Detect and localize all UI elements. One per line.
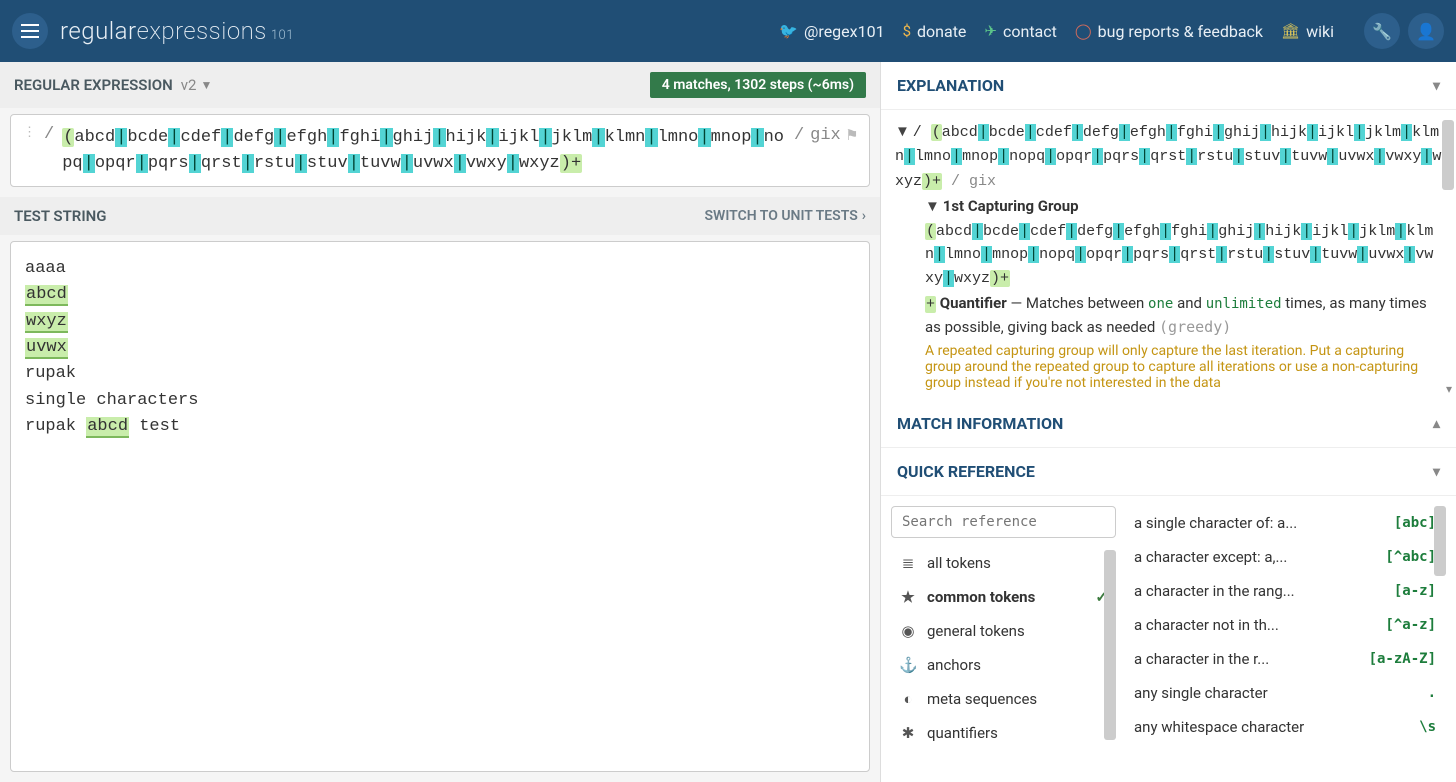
quickref-item[interactable]: a single character of: a...[abc] <box>1124 506 1446 540</box>
twitter-icon: 🐦 <box>779 22 798 40</box>
quickref-item[interactable]: a character in the r...[a-zA-Z] <box>1124 642 1446 676</box>
test-line: aaaa <box>25 256 855 282</box>
explanation-header[interactable]: EXPLANATION ▾ <box>881 62 1456 110</box>
quick-reference-body: ≣all tokens★common tokens✓◉general token… <box>881 496 1456 746</box>
chevron-down-icon[interactable]: ▾ <box>1446 382 1452 396</box>
test-string-input[interactable]: aaaaabcdwxyzuvwxrupaksingle charactersru… <box>10 241 870 772</box>
github-icon: ◯ <box>1075 22 1092 40</box>
quickref-category[interactable]: ◉general tokens <box>891 614 1116 648</box>
switch-to-unit-tests[interactable]: SWITCH TO UNIT TESTS › <box>705 208 866 224</box>
collapse-toggle[interactable]: ▼ <box>895 120 909 143</box>
quickref-category[interactable]: ◐meta sequences <box>891 682 1116 716</box>
test-line: wxyz <box>25 309 855 335</box>
chevron-up-icon[interactable]: ▴ <box>1433 416 1440 432</box>
wrench-icon: 🔧 <box>1372 22 1392 41</box>
flag-icon: ⚑ <box>847 125 857 146</box>
test-line: rupak abcd test <box>25 414 855 440</box>
capturing-group-label: 1st Capturing Group <box>943 197 1079 215</box>
test-string-header: TEST STRING SWITCH TO UNIT TESTS › <box>0 197 880 235</box>
category-icon: ★ <box>899 588 917 606</box>
chevron-down-icon[interactable]: ▼ <box>200 78 212 92</box>
quantifier-label: Quantifier <box>940 294 1007 312</box>
quantifier-token: + <box>925 296 936 313</box>
capturing-group-pattern: (abcd|bcde|cdef|defg|efgh|fghi|ghij|hijk… <box>925 220 1442 290</box>
nav-bugs[interactable]: ◯bug reports & feedback <box>1075 22 1263 41</box>
scrollbar[interactable] <box>1104 550 1116 740</box>
regex-pattern[interactable]: (abcd|bcde|cdef|defg|efgh|fghi|ghij|hijk… <box>62 125 786 176</box>
category-icon: ✱ <box>899 724 917 742</box>
category-icon: ◐ <box>899 690 917 708</box>
bank-icon: 🏛 <box>1281 22 1300 40</box>
app-logo: regularexpressions101 <box>60 17 294 45</box>
nav-contact[interactable]: ✈contact <box>984 22 1056 41</box>
collapse-toggle[interactable]: ▼ <box>925 195 939 218</box>
settings-button[interactable]: 🔧 <box>1364 13 1400 49</box>
greedy-label: (greedy) <box>1159 318 1231 336</box>
quickref-item[interactable]: any single character. <box>1124 676 1446 710</box>
match-info-header[interactable]: MATCH INFORMATION ▴ <box>881 400 1456 448</box>
nav-wiki[interactable]: 🏛wiki <box>1281 22 1334 41</box>
send-icon: ✈ <box>984 22 997 40</box>
app-header: regularexpressions101 🐦@regex101 $donate… <box>0 0 1456 62</box>
info-pane: EXPLANATION ▾ ▼ / (abcd|bcde|cdef|defg|e… <box>880 62 1456 782</box>
match-status-badge: 4 matches, 1302 steps (~6ms) <box>650 72 866 98</box>
category-icon: ≣ <box>899 554 917 572</box>
quickref-item[interactable]: any whitespace character\s <box>1124 710 1446 744</box>
drag-handle-icon[interactable]: ⋮ <box>23 125 36 140</box>
user-icon: 👤 <box>1416 22 1436 41</box>
quickref-categories: ≣all tokens★common tokens✓◉general token… <box>891 506 1116 736</box>
scrollbar[interactable] <box>1442 120 1454 190</box>
regex-delimiter-open: / <box>44 125 54 144</box>
hamburger-icon <box>21 24 39 38</box>
nav-twitter[interactable]: 🐦@regex101 <box>779 22 884 41</box>
regex-flags[interactable]: / gix ⚑ <box>794 125 857 146</box>
quickref-category[interactable]: ✱quantifiers <box>891 716 1116 750</box>
chevron-down-icon[interactable]: ▾ <box>1433 78 1440 94</box>
menu-button[interactable] <box>12 13 48 49</box>
nav-donate[interactable]: $donate <box>903 22 967 41</box>
test-line: single characters <box>25 388 855 414</box>
chevron-down-icon[interactable]: ▾ <box>1433 464 1440 480</box>
test-line: rupak <box>25 361 855 387</box>
warning-text: A repeated capturing group will only cap… <box>925 343 1442 391</box>
quickref-category[interactable]: ⚓anchors <box>891 648 1116 682</box>
dollar-icon: $ <box>903 22 911 40</box>
chevron-right-icon: › <box>862 208 866 224</box>
search-input[interactable] <box>891 506 1116 538</box>
quickref-items: a single character of: a...[abc]a charac… <box>1124 506 1446 736</box>
top-nav: 🐦@regex101 $donate ✈contact ◯bug reports… <box>779 13 1444 49</box>
editor-pane: REGULAR EXPRESSION v2 ▼ 4 matches, 1302 … <box>0 62 880 782</box>
regex-input[interactable]: ⋮ / (abcd|bcde|cdef|defg|efgh|fghi|ghij|… <box>10 114 870 187</box>
regex-section-header: REGULAR EXPRESSION v2 ▼ 4 matches, 1302 … <box>0 62 880 108</box>
scrollbar[interactable] <box>1434 506 1446 576</box>
user-button[interactable]: 👤 <box>1408 13 1444 49</box>
explanation-pattern: / (abcd|bcde|cdef|defg|efgh|fghi|ghij|hi… <box>895 124 1441 190</box>
quickref-item[interactable]: a character except: a,...[^abc] <box>1124 540 1446 574</box>
quick-reference-header[interactable]: QUICK REFERENCE ▾ <box>881 448 1456 496</box>
quickref-item[interactable]: a character in the rang...[a-z] <box>1124 574 1446 608</box>
category-icon: ⚓ <box>899 656 917 674</box>
quickref-item[interactable]: a character not in th...[^a-z] <box>1124 608 1446 642</box>
category-icon: ◉ <box>899 622 917 640</box>
quickref-category[interactable]: ≣all tokens <box>891 546 1116 580</box>
quickref-category[interactable]: ★common tokens✓ <box>891 580 1116 614</box>
test-line: abcd <box>25 282 855 308</box>
test-line: uvwx <box>25 335 855 361</box>
regex-delimiter-close: / <box>794 126 804 145</box>
explanation-body: ▼ / (abcd|bcde|cdef|defg|efgh|fghi|ghij|… <box>881 110 1456 400</box>
